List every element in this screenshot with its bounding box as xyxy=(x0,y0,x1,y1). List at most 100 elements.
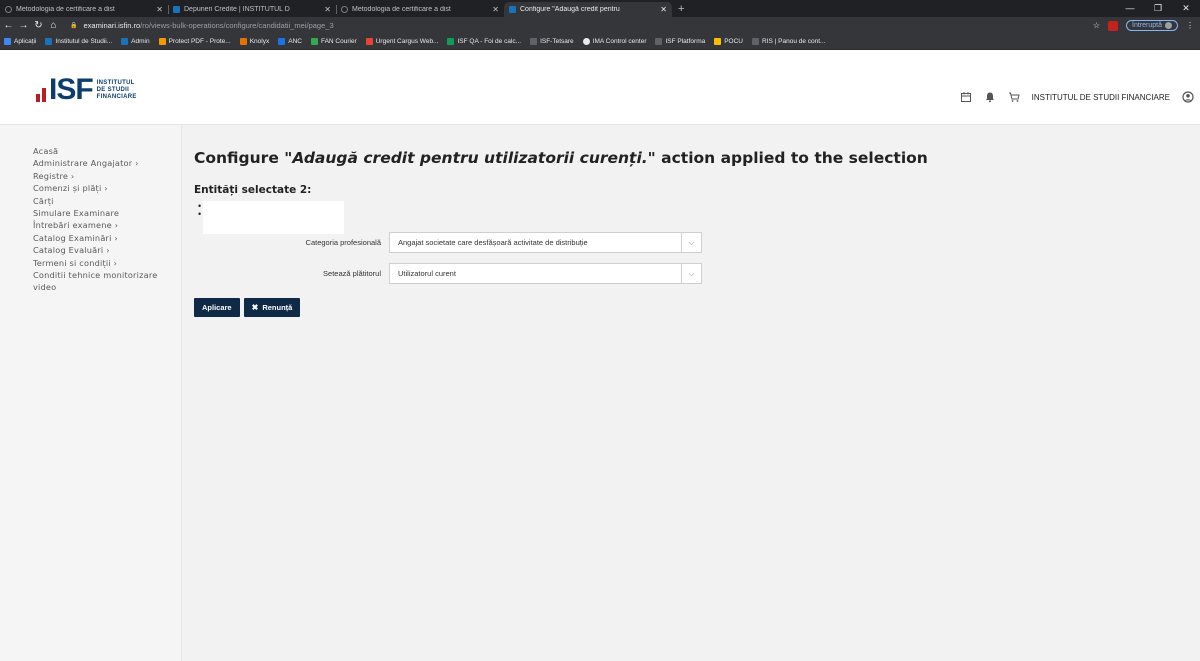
sidebar-item-acasa[interactable]: Acasă xyxy=(33,145,181,157)
sidebar-nav: Acasă Administrare Angajator › Registre … xyxy=(0,125,182,661)
star-icon[interactable]: ☆ xyxy=(1093,21,1100,30)
link-icon xyxy=(752,38,759,45)
sidebar-item-conditii-tehnice-cont[interactable]: video xyxy=(33,281,181,293)
sidebar-item-conditii-tehnice[interactable]: Conditii tehnice monitorizare xyxy=(33,269,181,281)
lock-icon: 🔒 xyxy=(70,23,78,29)
redacted-area xyxy=(203,201,344,234)
browser-tab-bar: Metodologia de certificare a dist ✕ Depu… xyxy=(0,0,1200,17)
window-controls: — ❐ ✕ xyxy=(1116,0,1200,16)
bookmark-item[interactable]: Aplicații xyxy=(4,38,36,45)
bookmark-item[interactable]: IMA Control center xyxy=(582,38,646,45)
isf-favicon-icon xyxy=(509,6,516,13)
maximize-icon[interactable]: ❐ xyxy=(1144,0,1172,16)
sidebar-item-comenzi-si-plati[interactable]: Comenzi și plăți › xyxy=(33,182,181,194)
forward-icon[interactable]: → xyxy=(17,20,30,31)
times-icon: ✖ xyxy=(251,303,259,312)
bookmark-item[interactable]: Urgent Cargus Web... xyxy=(365,38,438,45)
close-tab-icon[interactable]: ✕ xyxy=(660,5,667,14)
new-tab-button[interactable]: + xyxy=(672,2,690,17)
globe-icon xyxy=(5,6,12,13)
browser-toolbar: ← → ↻ ⌂ 🔒 examinari.isfin.ro/ro/views-bu… xyxy=(0,17,1200,34)
form-row-payer: Setează plătitorul Utilizatorul curent ⌵ xyxy=(183,263,702,284)
address-bar[interactable]: 🔒 examinari.isfin.ro/ro/views-bulk-opera… xyxy=(66,19,1087,32)
close-window-icon[interactable]: ✕ xyxy=(1172,0,1200,16)
sheets-icon xyxy=(447,38,455,45)
pdf-extension-icon[interactable] xyxy=(1108,20,1119,31)
bookmark-item[interactable]: Admin xyxy=(121,38,150,45)
bookmark-item[interactable]: ISF Platforma xyxy=(655,38,705,45)
link-icon xyxy=(655,38,663,45)
chevron-down-icon[interactable]: ⌵ xyxy=(681,233,701,252)
sidebar-item-catalog-evaluari[interactable]: Catalog Evaluări › xyxy=(33,244,181,256)
isf-logo[interactable]: ISF INSTITUTUL DE STUDII FINANCIARE xyxy=(36,75,137,105)
avatar-icon xyxy=(1165,22,1172,29)
sidebar-item-administrare-angajator[interactable]: Administrare Angajator › xyxy=(33,157,181,169)
url-path: /ro/views-bulk-operations/configure/cand… xyxy=(140,21,334,30)
github-icon xyxy=(582,38,590,45)
url-domain: examinari.isfin.ro xyxy=(83,21,141,30)
browser-tab-active[interactable]: Configure "Adaugă credit pentru ✕ xyxy=(504,2,672,17)
minimize-icon[interactable]: — xyxy=(1116,0,1144,16)
link-icon xyxy=(530,38,538,45)
user-circle-icon[interactable] xyxy=(1182,91,1194,103)
payer-label: Setează plătitorul xyxy=(323,269,381,278)
bookmark-item[interactable]: Protect PDF - Prote... xyxy=(158,38,231,45)
browser-tab[interactable]: Metodologia de certificare a dist ✕ xyxy=(0,2,168,17)
close-tab-icon[interactable]: ✕ xyxy=(156,5,163,14)
bookmarks-bar: Aplicații Institutul de Studii... Admin … xyxy=(0,34,1200,50)
bookmark-item[interactable]: RIS | Panou de cont... xyxy=(752,38,825,45)
bookmark-item[interactable]: FAN Courier xyxy=(310,38,357,45)
isf-icon xyxy=(45,38,53,45)
page-title: Configure "Adaugă credit pentru utilizat… xyxy=(194,149,928,167)
isf-favicon-icon xyxy=(173,6,180,13)
sidebar-item-intrebari-examene[interactable]: Întrebări examene › xyxy=(33,219,181,231)
selected-entities-heading: Entități selectate 2: xyxy=(194,184,312,196)
cart-icon[interactable] xyxy=(1008,91,1020,103)
action-name: Adaugă credit pentru utilizatorii curenț… xyxy=(292,149,648,167)
chevron-down-icon[interactable]: ⌵ xyxy=(681,264,701,283)
menu-kebab-icon[interactable]: ⋮ xyxy=(1186,21,1194,30)
sidebar-item-carti[interactable]: Cărți xyxy=(33,195,181,207)
sidebar-item-simulare-examinare[interactable]: Simulare Examinare xyxy=(33,207,181,219)
browser-tab[interactable]: Metodologia de certificare a dist ✕ xyxy=(336,2,504,17)
pdf-icon xyxy=(158,38,166,45)
payer-value: Utilizatorul curent xyxy=(398,269,456,278)
profile-paused-button[interactable]: Întreruptă xyxy=(1126,20,1178,31)
close-tab-icon[interactable]: ✕ xyxy=(492,5,499,14)
bookmark-item[interactable]: ISF QA - Foi de calc... xyxy=(447,38,521,45)
apply-button[interactable]: Aplicare xyxy=(194,298,240,317)
category-select[interactable]: Angajat societate care desfășoară activi… xyxy=(389,232,702,253)
apps-grid-icon xyxy=(4,38,11,45)
cancel-button[interactable]: ✖ Renunță xyxy=(243,298,301,317)
globe-icon xyxy=(341,6,348,13)
bookmark-item[interactable]: ANC xyxy=(278,38,302,45)
site-header: ISF INSTITUTUL DE STUDII FINANCIARE INST… xyxy=(0,50,1200,125)
bookmark-item[interactable]: Knolyx xyxy=(239,38,269,45)
logo-bars-icon xyxy=(36,78,46,102)
account-name[interactable]: INSTITUTUL DE STUDII FINANCIARE xyxy=(1032,93,1170,102)
bookmark-item[interactable]: POCU xyxy=(714,38,743,45)
payer-select[interactable]: Utilizatorul curent ⌵ xyxy=(389,263,702,284)
calendar-icon[interactable] xyxy=(960,91,972,103)
bell-icon[interactable] xyxy=(984,91,996,103)
main-content: Configure "Adaugă credit pentru utilizat… xyxy=(183,125,1200,661)
home-icon[interactable]: ⌂ xyxy=(47,20,60,31)
bookmark-item[interactable]: Institutul de Studii... xyxy=(45,38,112,45)
sidebar-item-termeni-si-conditii[interactable]: Termeni si condiții › xyxy=(33,257,181,269)
bookmark-item[interactable]: ISF-Tetsare xyxy=(530,38,574,45)
sidebar-item-registre[interactable]: Registre › xyxy=(33,170,181,182)
category-label: Categoria profesională xyxy=(305,238,381,247)
knolyx-icon xyxy=(239,38,247,45)
close-tab-icon[interactable]: ✕ xyxy=(324,5,331,14)
anc-icon xyxy=(278,38,286,45)
sidebar-item-catalog-examinari[interactable]: Catalog Examinări › xyxy=(33,232,181,244)
browser-tab[interactable]: Depuneri Credite | INSTITUTUL D ✕ xyxy=(168,2,336,17)
fs-icon xyxy=(714,38,722,45)
form-row-category: Categoria profesională Angajat societate… xyxy=(183,232,702,253)
cargus-icon xyxy=(365,38,373,45)
fan-icon xyxy=(310,38,318,45)
reload-icon[interactable]: ↻ xyxy=(32,20,45,31)
back-icon[interactable]: ← xyxy=(2,20,15,31)
selected-entities-list: • • xyxy=(198,201,202,219)
isf-icon xyxy=(121,38,129,45)
